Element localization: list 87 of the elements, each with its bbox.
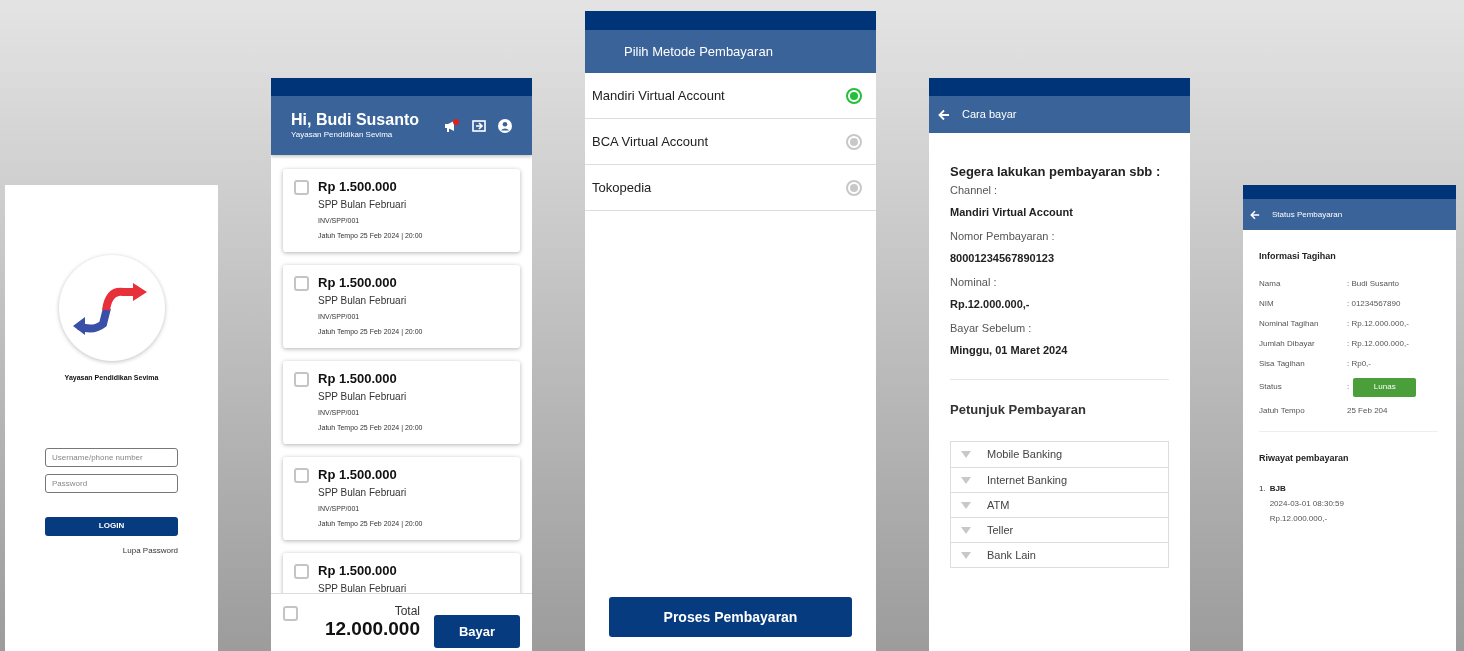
screen-title: Cara bayar	[962, 107, 1017, 123]
screen-title: Status Pembayaran	[1272, 208, 1343, 221]
section-title: Informasi Tagihan	[1259, 250, 1337, 263]
field-value: Minggu, 01 Maret 2024	[950, 343, 1069, 358]
checkbox[interactable]	[294, 180, 309, 195]
accordion-label: ATM	[987, 497, 1010, 513]
option-label: Mandiri Virtual Account	[592, 86, 725, 105]
checkbox[interactable]	[294, 468, 309, 483]
username-field[interactable]: Username/phone number	[45, 447, 178, 467]
section-title: Riwayat pembayaran	[1259, 451, 1350, 465]
accordion-label: Mobile Banking	[987, 447, 1063, 463]
accordion-item[interactable]: Teller	[951, 517, 1168, 542]
radio-button[interactable]	[846, 133, 862, 150]
radio-button[interactable]	[846, 87, 862, 104]
login-button[interactable]: LOGIN	[45, 516, 178, 536]
back-arrow-icon[interactable]	[1250, 209, 1260, 220]
field-label: Channel :	[950, 182, 999, 198]
checkbox[interactable]	[294, 372, 309, 387]
process-payment-button[interactable]: Proses Pembayaran	[609, 597, 852, 637]
account-icon[interactable]	[498, 118, 512, 133]
instruction-heading: Segera lakukan pembayaran sbb :	[950, 163, 1162, 181]
payment-amount: Rp.12.000.000,-	[1269, 513, 1329, 525]
status-badge: Lunas	[1353, 377, 1417, 397]
total-label: Total	[394, 604, 420, 618]
section-title: Petunjuk Pembayaran	[950, 400, 1087, 419]
forgot-password-link[interactable]: Lupa Password	[122, 544, 178, 557]
caret-icon	[961, 501, 971, 509]
caret-icon	[961, 551, 971, 559]
greeting: Hi, Budi Susanto	[291, 110, 420, 129]
info-value: : Rp.12.000.000,-	[1347, 337, 1410, 350]
megaphone-icon[interactable]	[444, 118, 460, 133]
info-value: : Rp.12.000.000,-	[1347, 317, 1410, 330]
checkbox[interactable]	[294, 564, 309, 579]
field-label: Bayar Sebelum :	[950, 320, 1033, 336]
screen-title: Pilih Metode Pembayaran	[624, 42, 773, 61]
accordion-label: Internet Banking	[987, 472, 1068, 488]
option-label: Tokopedia	[592, 178, 652, 197]
option-label: BCA Virtual Account	[592, 132, 709, 151]
total-amount: 12.000.000	[324, 618, 420, 640]
pay-button[interactable]: Bayar	[434, 615, 520, 648]
bill-description: SPP Bulan Februari	[318, 582, 407, 593]
back-arrow-icon[interactable]	[938, 108, 950, 121]
info-label: Jumlah Dibayar	[1259, 337, 1316, 350]
bill-amount: Rp 1.500.000	[318, 467, 398, 483]
bill-description: SPP Bulan Februari	[318, 294, 408, 308]
info-label: Sisa Tagihan	[1259, 357, 1306, 370]
bill-amount: Rp 1.500.000	[318, 563, 398, 579]
accordion-item[interactable]: Mobile Banking	[951, 442, 1168, 467]
payment-datetime: 2024-03-01 08:30:59	[1269, 498, 1344, 510]
bill-description: SPP Bulan Februari	[318, 390, 408, 404]
separator: :	[1347, 381, 1350, 393]
list-number: 1.	[1259, 483, 1266, 495]
bill-amount: Rp 1.500.000	[318, 275, 398, 291]
bill-amount: Rp 1.500.000	[318, 179, 398, 195]
accordion-label: Teller	[987, 522, 1014, 538]
accordion-label: Bank Lain	[987, 547, 1036, 563]
accordion-item[interactable]: ATM	[951, 492, 1168, 517]
bill-amount: Rp 1.500.000	[318, 371, 398, 387]
organization-subtitle: Yayasan Pendidikan Sevima	[291, 128, 394, 141]
accordion-item[interactable]: Bank Lain	[951, 542, 1168, 567]
info-value: : Rp0,-	[1347, 357, 1372, 370]
caret-icon	[961, 476, 971, 484]
radio-button[interactable]	[846, 179, 862, 196]
field-label: Nomor Pembayaran :	[950, 228, 1056, 244]
caret-icon	[961, 526, 971, 534]
bill-description: SPP Bulan Februari	[318, 486, 408, 500]
caret-icon	[961, 451, 971, 458]
info-value: 25 Feb 204	[1347, 404, 1389, 417]
field-label: Nominal :	[950, 274, 998, 290]
checkbox[interactable]	[294, 276, 309, 291]
info-value: : Budi Susanto	[1347, 277, 1401, 290]
info-label: Nama	[1259, 277, 1282, 290]
info-label: Jatuh Tempo	[1259, 404, 1306, 417]
exit-icon[interactable]	[472, 119, 486, 132]
info-value: : 01234567890	[1347, 297, 1402, 310]
accordion-item[interactable]: Internet Banking	[951, 467, 1168, 492]
info-label: Status	[1259, 381, 1283, 393]
info-label: Nominal Tagihan	[1259, 317, 1320, 330]
bill-card[interactable]: Rp 1.500.000 SPP Bulan Februari	[283, 553, 520, 593]
checkbox[interactable]	[283, 606, 298, 621]
password-field[interactable]: Password	[45, 473, 178, 493]
bill-description: SPP Bulan Februari	[318, 198, 408, 212]
field-value: 80001234567890123	[950, 251, 1055, 266]
field-value: Rp.12.000.000,-	[950, 297, 1031, 312]
field-value: Mandiri Virtual Account	[950, 205, 1074, 220]
info-label: NIM	[1259, 297, 1275, 310]
bank-name: BJB	[1269, 483, 1287, 495]
